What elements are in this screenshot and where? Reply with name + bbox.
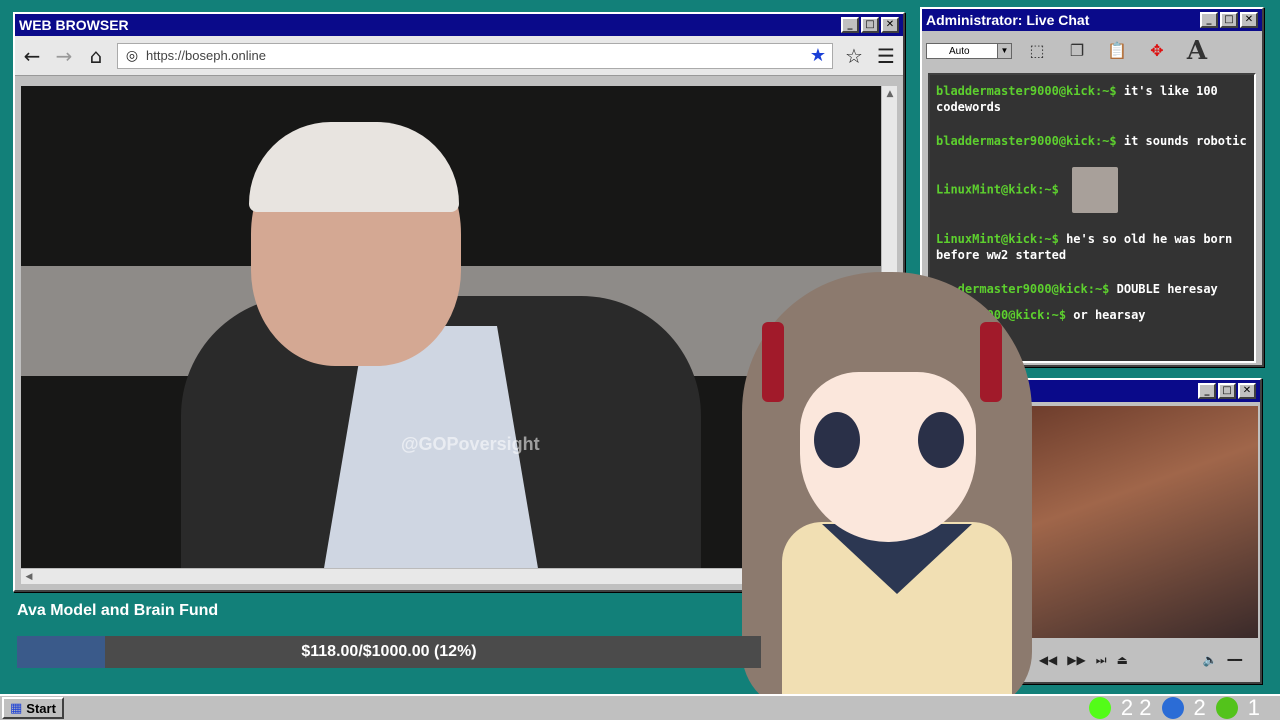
chat-user: LinuxMint@kick:~$	[936, 232, 1059, 246]
chat-text: it sounds robotic	[1123, 134, 1247, 148]
forward-arrow-icon[interactable]: →	[53, 44, 75, 68]
maximize-button[interactable]: □	[1218, 383, 1236, 399]
fast-forward-icon[interactable]: ▶▶	[1067, 653, 1085, 667]
play-icon[interactable]	[1215, 697, 1238, 719]
font-icon[interactable]: A	[1182, 36, 1212, 66]
home-icon[interactable]: ⌂	[85, 44, 107, 68]
play-count: 1	[1247, 695, 1260, 720]
scroll-left-icon[interactable]: ◀	[21, 569, 37, 585]
paste-icon[interactable]: 📋	[1102, 36, 1132, 66]
minimize-button[interactable]: _	[1198, 383, 1216, 399]
font-size-select[interactable]: Auto ▼	[926, 43, 1012, 59]
browser-titlebar[interactable]: WEB BROWSER _ □ ✕	[15, 14, 903, 36]
address-bar[interactable]: ◎ https://boseph.online ★	[117, 42, 833, 69]
bookmark-star-icon[interactable]: ★	[810, 45, 826, 66]
start-label: Start	[26, 700, 56, 716]
avatar-eye-left	[814, 412, 860, 468]
vtuber-avatar	[722, 262, 1042, 720]
chat-message: bladdermaster9000@kick:~$ it sounds robo…	[936, 133, 1248, 149]
chevron-down-icon[interactable]: ▼	[997, 44, 1011, 58]
avatar-ribbon-left	[762, 322, 784, 402]
chat-user: bladdermaster9000@kick:~$	[936, 84, 1117, 98]
chat-user: LinuxMint@kick:~$	[936, 182, 1059, 197]
globe-icon: ◎	[125, 47, 139, 64]
chat-message: LinuxMint@kick:~$ he's so old he was bor…	[936, 231, 1248, 263]
avatar-eye-right	[918, 412, 964, 468]
chat-image-thumbnail[interactable]	[1072, 167, 1119, 213]
back-arrow-icon[interactable]: ←	[21, 44, 43, 68]
chat-titlebar[interactable]: Administrator: Live Chat _ □ ✕	[922, 9, 1262, 31]
volume-icon[interactable]: 🔈	[1203, 653, 1218, 667]
minimize-button[interactable]: _	[841, 17, 859, 33]
maximize-button[interactable]: □	[861, 17, 879, 33]
start-button[interactable]: ▦ Start	[2, 697, 64, 719]
avatar-ribbon-right	[980, 322, 1002, 402]
moon-icon[interactable]	[1161, 697, 1184, 719]
move-icon[interactable]: ✥	[1142, 36, 1172, 66]
windows-logo-icon: ▦	[10, 700, 23, 716]
chat-user: bladdermaster9000@kick:~$	[936, 134, 1117, 148]
skip-forward-icon[interactable]: ⏭	[1096, 653, 1107, 668]
fund-title: Ava Model and Brain Fund	[17, 602, 219, 619]
copy-icon[interactable]: ❐	[1062, 36, 1092, 66]
photo-person-hair	[249, 122, 459, 212]
kick-count: 2 2	[1120, 695, 1152, 720]
chat-text: DOUBLE heresay	[1116, 282, 1218, 296]
scroll-up-icon[interactable]: ▲	[882, 86, 898, 102]
video-watermark: @GOPoversight	[401, 434, 540, 454]
chat-toolbar: Auto ▼ ⬚ ❐ 📋 ✥ A	[922, 31, 1262, 71]
fund-amount: $118.00/$1000.00 (12%)	[301, 643, 477, 660]
chat-text: or hearsay	[1073, 308, 1146, 322]
select-icon[interactable]: ⬚	[1022, 36, 1052, 66]
font-size-value: Auto	[949, 45, 970, 57]
moon-count: 2	[1193, 695, 1206, 720]
close-button[interactable]: ✕	[1240, 12, 1258, 28]
fund-progress-bar: $118.00/$1000.00 (12%)	[17, 636, 761, 668]
media-image	[1006, 406, 1258, 638]
close-button[interactable]: ✕	[1238, 383, 1256, 399]
browser-navbar: ← → ⌂ ◎ https://boseph.online ★ ☆ ☰	[15, 36, 903, 76]
close-button[interactable]: ✕	[881, 17, 899, 33]
maximize-button[interactable]: □	[1220, 12, 1238, 28]
kick-icon[interactable]	[1088, 697, 1111, 719]
chat-title: Administrator: Live Chat	[926, 12, 1090, 28]
volume-slider[interactable]: ━━	[1228, 653, 1242, 667]
system-tray: 2 2 2 1	[1088, 695, 1278, 720]
chat-message: bladdermaster9000@kick:~$ it's like 100 …	[936, 83, 1248, 115]
eject-icon[interactable]: ⏏	[1117, 653, 1128, 667]
favorite-star-icon[interactable]: ☆	[843, 44, 865, 68]
media-controls: ⏮ ◀◀ ▶▶ ⏭ ⏏ 🔈 ━━	[1006, 642, 1254, 678]
hamburger-menu-icon[interactable]: ☰	[875, 44, 897, 68]
taskbar: ▦ Start 2 2 2 1	[0, 694, 1280, 720]
chat-message: LinuxMint@kick:~$	[936, 167, 1248, 213]
minimize-button[interactable]: _	[1200, 12, 1218, 28]
browser-title: WEB BROWSER	[19, 17, 129, 33]
url-text: https://boseph.online	[146, 48, 266, 63]
